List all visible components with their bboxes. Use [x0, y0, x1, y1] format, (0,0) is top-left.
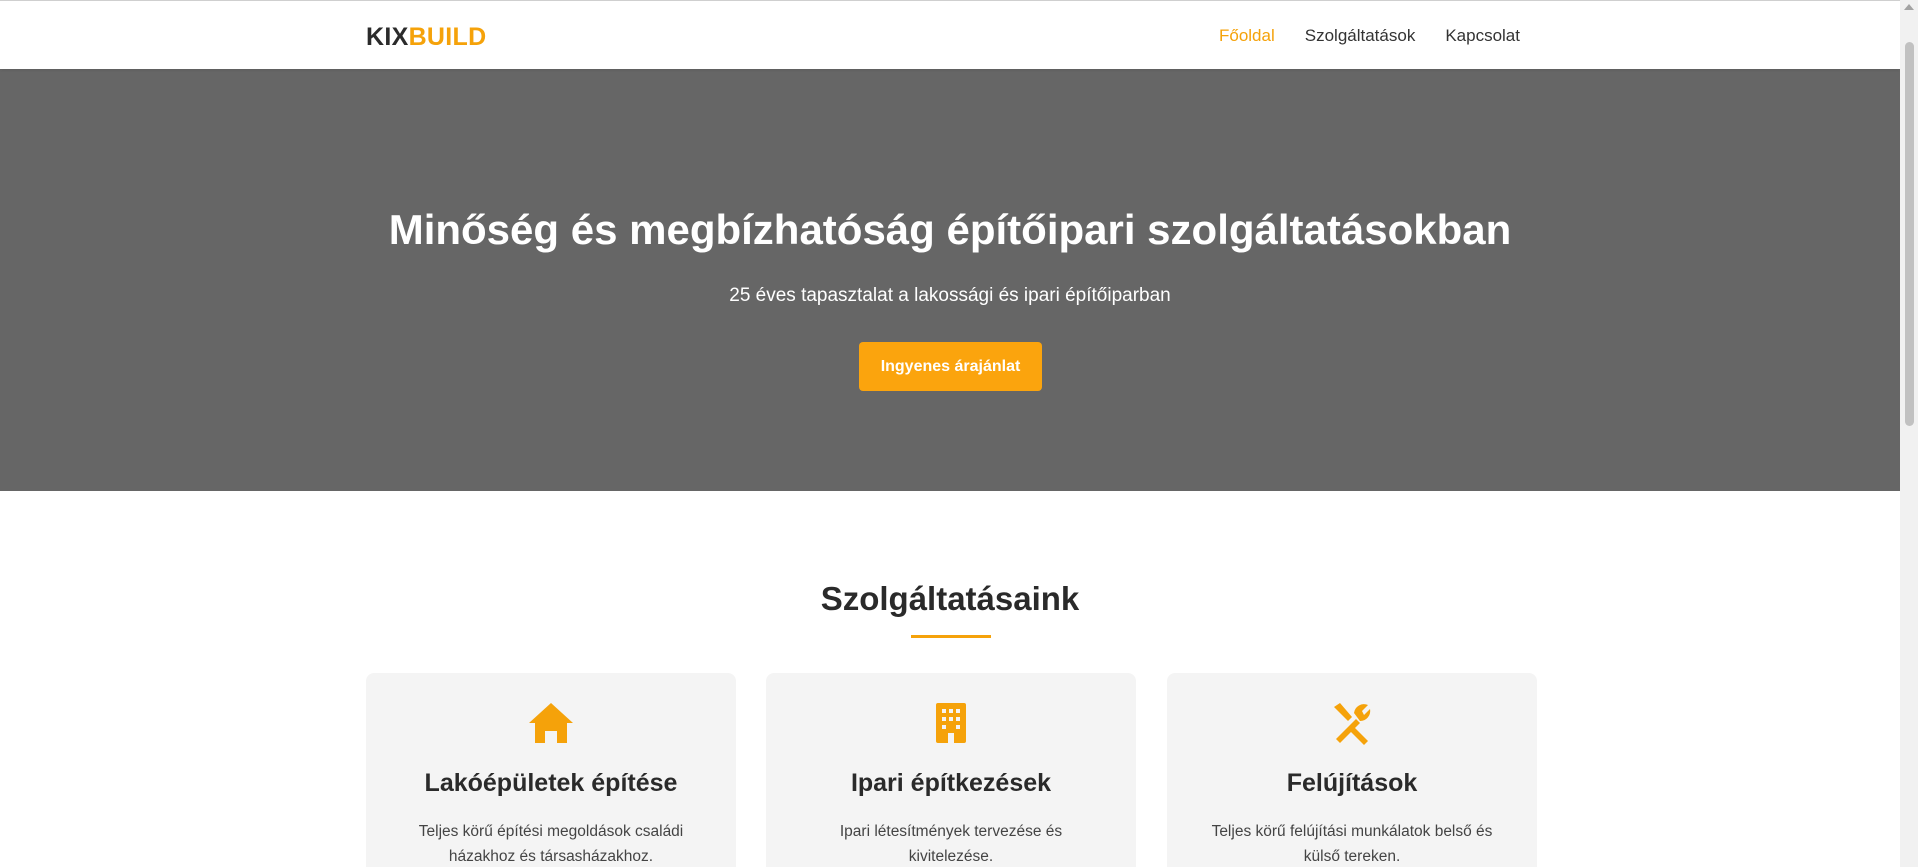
- nav-link-contact[interactable]: Kapcsolat: [1445, 26, 1520, 46]
- title-underline: [911, 635, 991, 638]
- logo-part-build: BUILD: [408, 23, 487, 51]
- free-quote-button[interactable]: Ingyenes árajánlat: [859, 342, 1042, 391]
- nav-link-home[interactable]: Főoldal: [1219, 26, 1275, 46]
- logo[interactable]: KIXBUILD: [366, 23, 486, 52]
- services-title: Szolgáltatásaink: [820, 580, 1080, 617]
- logo-part-kix: KIX: [366, 23, 409, 51]
- service-card-description: Teljes körű felújítási munkálatok belső …: [1211, 823, 1493, 865]
- vertical-scrollbar[interactable]: [1900, 0, 1918, 867]
- service-card-title: Lakóépületek építése: [424, 769, 678, 797]
- service-card-title: Felújítások: [1286, 769, 1418, 797]
- service-card-description: Ipari létesítmények tervezése és kivitel…: [839, 823, 1063, 865]
- service-card-title: Ipari építkezések: [850, 769, 1052, 797]
- services-cards: Lakóépületek építése Teljes körű építési…: [366, 673, 1537, 867]
- scroll-up-arrow-icon[interactable]: [1904, 4, 1914, 10]
- main-nav: Főoldal Szolgáltatások Kapcsolat: [1219, 26, 1520, 46]
- scroll-thumb[interactable]: [1905, 42, 1914, 426]
- hero-section: Minőség és megbízhatóság építőipari szol…: [0, 69, 1900, 491]
- hero-title: Minőség és megbízhatóság építőipari szol…: [388, 206, 1512, 253]
- nav-link-services[interactable]: Szolgáltatások: [1305, 26, 1416, 46]
- building-icon: [766, 701, 1136, 747]
- page: KIXBUILD Főoldal Szolgáltatások Kapcsola…: [0, 0, 1900, 867]
- house-icon: [366, 701, 736, 747]
- service-card-description: Teljes körű építési megoldások családi h…: [418, 823, 684, 865]
- service-card-renovation[interactable]: Felújítások Teljes körű felújítási munká…: [1167, 673, 1537, 867]
- hero-subtitle: 25 éves tapasztalat a lakossági és ipari…: [729, 285, 1171, 306]
- site-header: KIXBUILD Főoldal Szolgáltatások Kapcsola…: [0, 0, 1900, 69]
- service-card-residential[interactable]: Lakóépületek építése Teljes körű építési…: [366, 673, 736, 867]
- service-card-industrial[interactable]: Ipari építkezések Ipari létesítmények te…: [766, 673, 1136, 867]
- tools-icon: [1167, 701, 1537, 747]
